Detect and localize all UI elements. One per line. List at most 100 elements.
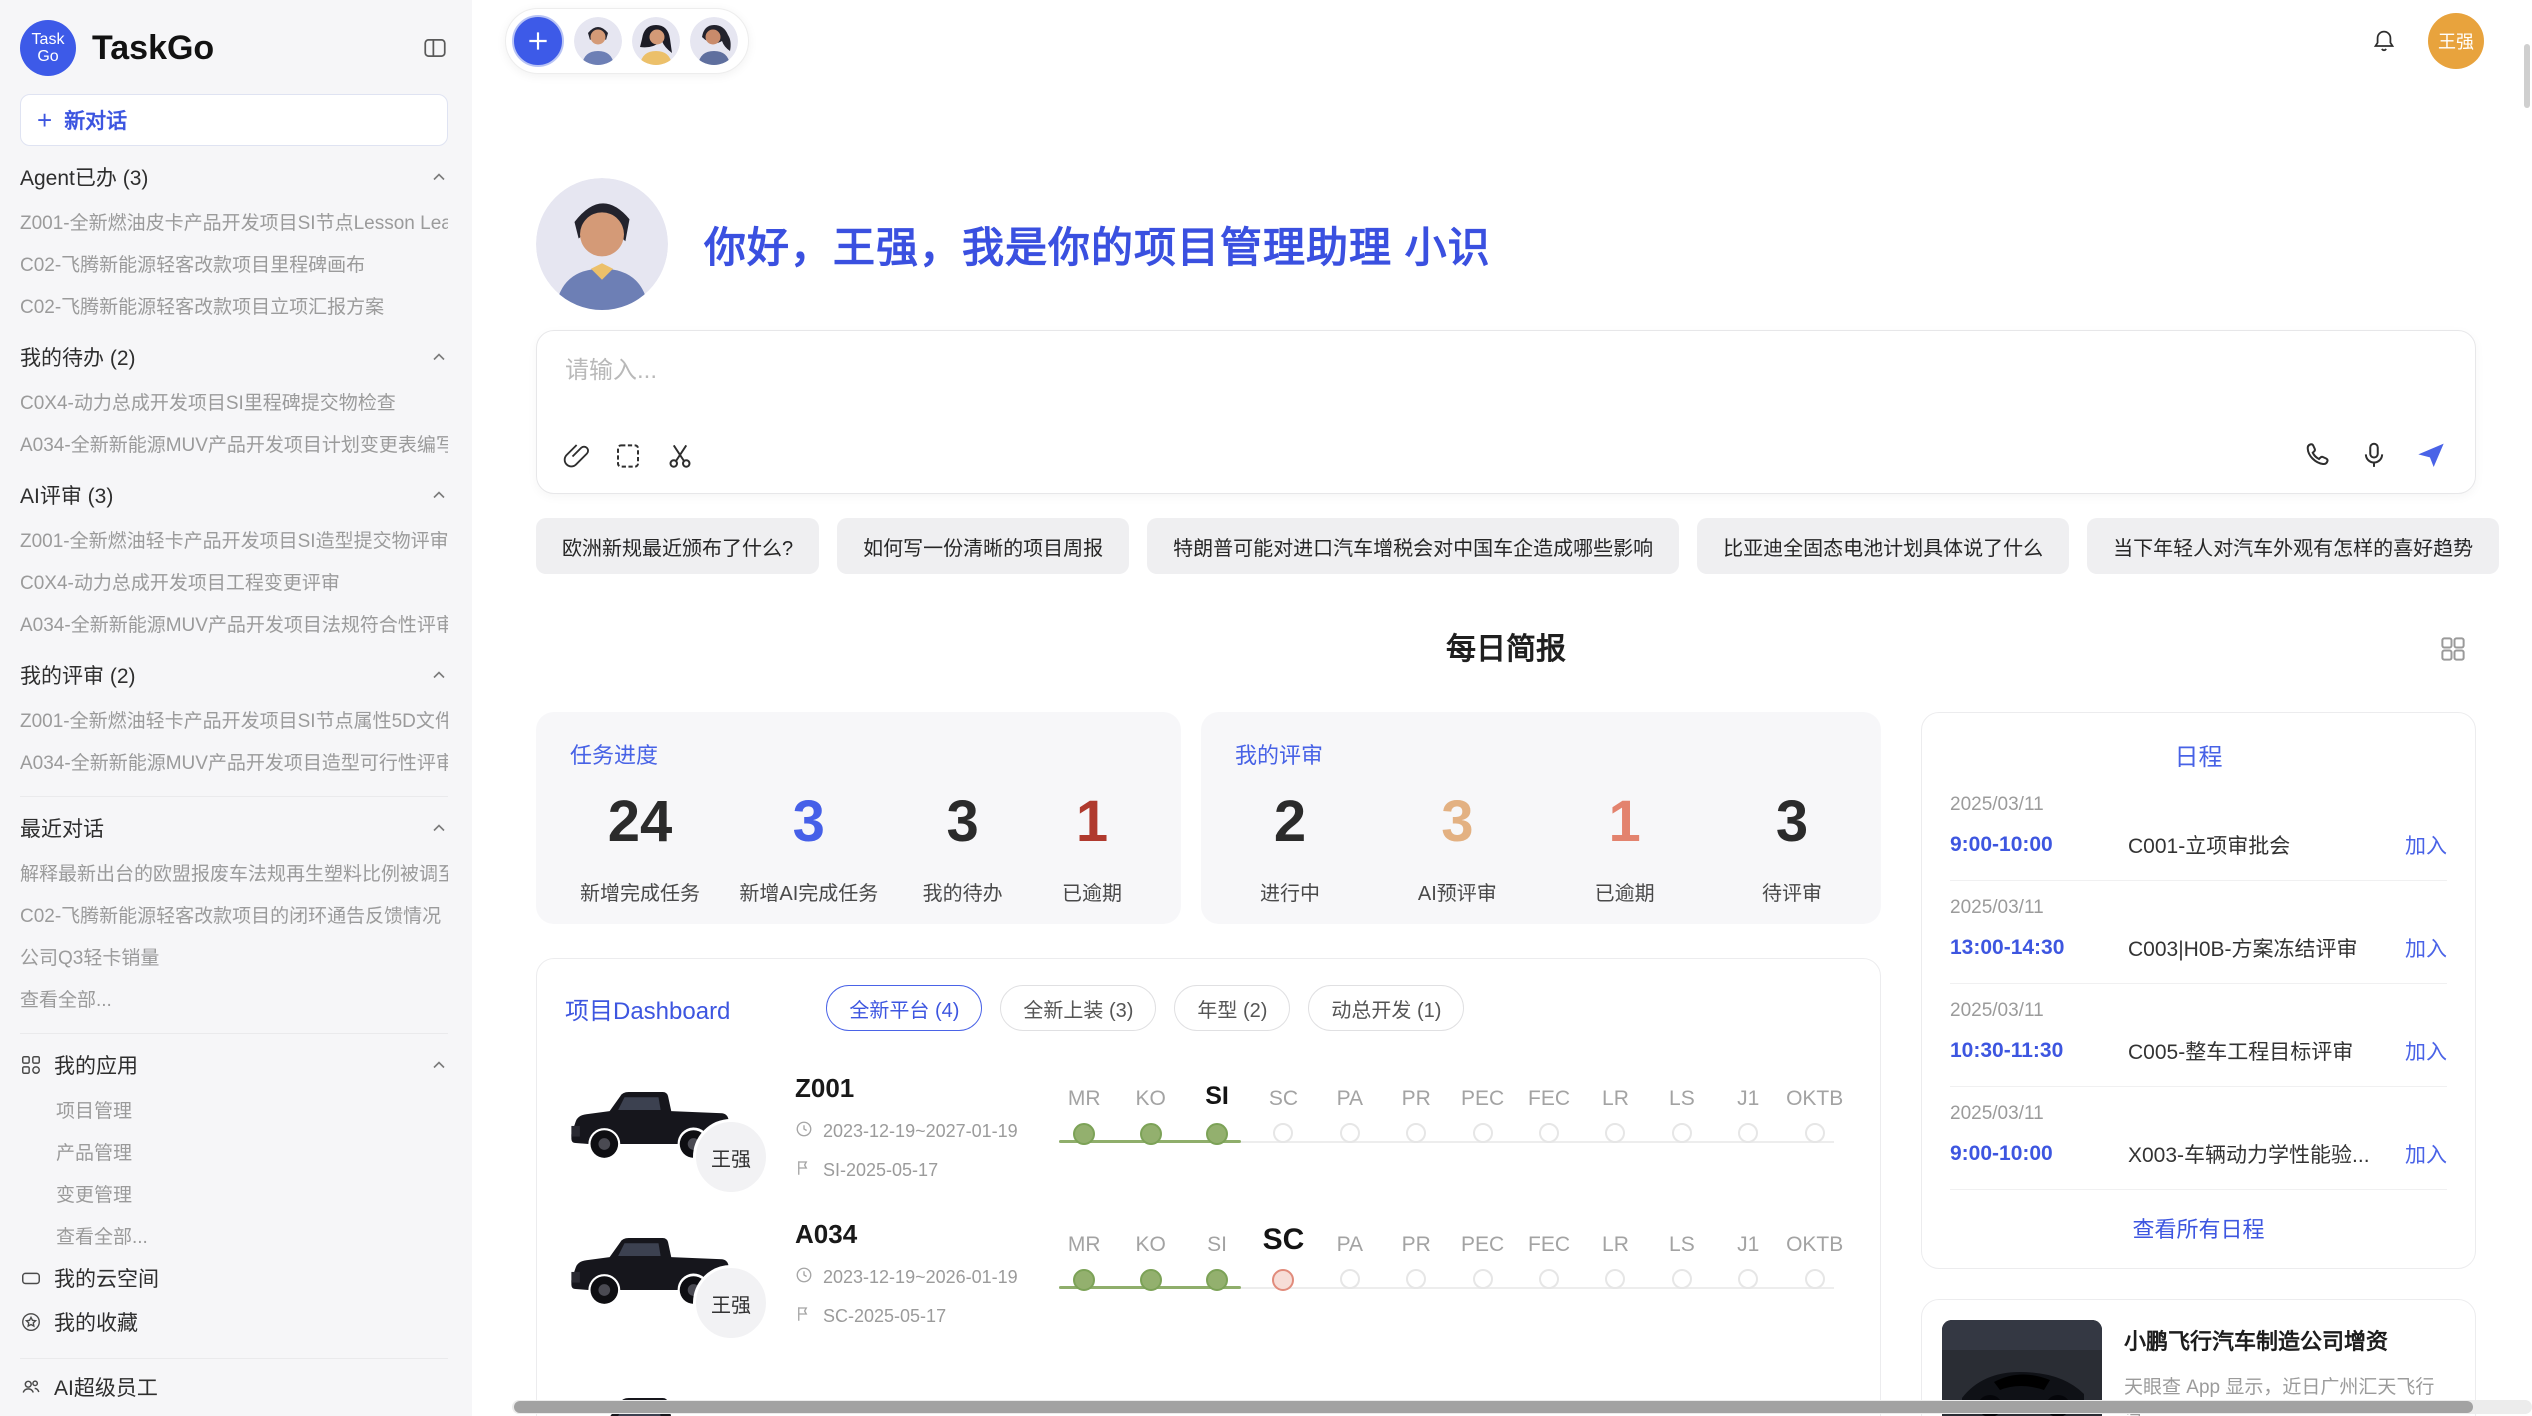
section-my-review[interactable]: 我的评审 (2): [20, 652, 448, 698]
milestone-dot[interactable]: [1206, 1123, 1228, 1145]
join-link[interactable]: 加入: [2405, 933, 2447, 963]
app-link[interactable]: 变更管理: [20, 1172, 448, 1214]
app-link[interactable]: 项目管理: [20, 1088, 448, 1130]
milestone-dot[interactable]: [1140, 1269, 1162, 1291]
milestone-dot[interactable]: [1672, 1269, 1692, 1289]
chevron-up-icon[interactable]: [430, 348, 448, 366]
milestone-dot[interactable]: [1406, 1123, 1426, 1143]
join-link[interactable]: 加入: [2405, 1139, 2447, 1169]
sidebar-item-favorites[interactable]: 我的收藏: [20, 1300, 448, 1344]
milestone-label: PA: [1317, 1079, 1383, 1123]
screenshot-image-icon[interactable]: [613, 441, 643, 471]
stat: 3 我的待办: [918, 788, 1008, 906]
tab-new-body[interactable]: 全新上装 (3): [1000, 985, 1156, 1031]
suggestion-chip[interactable]: 特朗普可能对进口汽车增税会对中国车企造成哪些影响: [1147, 518, 1679, 574]
milestone-dot[interactable]: [1805, 1269, 1825, 1289]
sidebar-item-help-write[interactable]: 帮我写作: [20, 1409, 448, 1416]
milestone-dot[interactable]: [1406, 1269, 1426, 1289]
list-item[interactable]: A034-全新新能源MUV产品开发项目法规符合性评审: [20, 602, 448, 644]
sidebar-item-cloud-space[interactable]: 我的云空间: [20, 1256, 448, 1300]
team-member-avatar[interactable]: [574, 17, 622, 65]
add-member-button[interactable]: [512, 15, 564, 67]
notification-bell-icon[interactable]: [2370, 27, 2398, 55]
list-item[interactable]: Z001-全新燃油轻卡产品开发项目SI节点属性5D文件评审: [20, 698, 448, 740]
list-item[interactable]: A034-全新新能源MUV产品开发项目造型可行性评审: [20, 740, 448, 782]
milestone-dot[interactable]: [1738, 1123, 1758, 1143]
milestone-dot[interactable]: [1272, 1269, 1294, 1291]
milestone-dot[interactable]: [1206, 1269, 1228, 1291]
tab-powertrain[interactable]: 动总开发 (1): [1308, 985, 1464, 1031]
milestone-dot[interactable]: [1672, 1123, 1692, 1143]
chevron-up-icon[interactable]: [430, 1056, 448, 1074]
list-item[interactable]: 公司Q3轻卡销量: [20, 935, 448, 977]
milestone-dot[interactable]: [1539, 1269, 1559, 1289]
view-all-link[interactable]: 查看全部...: [20, 977, 448, 1019]
milestone-dot[interactable]: [1340, 1269, 1360, 1289]
milestone-dot[interactable]: [1738, 1269, 1758, 1289]
new-chat-button[interactable]: + 新对话: [20, 94, 448, 146]
list-item[interactable]: C0X4-动力总成开发项目SI里程碑提交物检查: [20, 380, 448, 422]
milestone-dot[interactable]: [1273, 1123, 1293, 1143]
project-row[interactable]: 王强 Z001 2023-12-19~2027-01-19 SI-2025-05…: [565, 1071, 1852, 1183]
team-member-avatar[interactable]: [690, 17, 738, 65]
list-item[interactable]: A034-全新新能源MUV产品开发项目计划变更表编写: [20, 422, 448, 464]
list-item[interactable]: C02-飞腾新能源轻客改款项目的闭环通告反馈情况: [20, 893, 448, 935]
user-avatar[interactable]: 王强: [2428, 13, 2484, 69]
list-item[interactable]: Z001-全新燃油皮卡产品开发项目SI节点Lesson Learn报告: [20, 200, 448, 242]
join-link[interactable]: 加入: [2405, 1036, 2447, 1066]
phone-call-icon[interactable]: [2303, 440, 2333, 470]
suggestion-chip[interactable]: 当下年轻人对汽车外观有怎样的喜好趋势: [2087, 518, 2499, 574]
list-item[interactable]: C02-飞腾新能源轻客改款项目里程碑画布: [20, 242, 448, 284]
view-all-link[interactable]: 查看全部...: [20, 1214, 448, 1256]
milestone-dot[interactable]: [1805, 1123, 1825, 1143]
app-link[interactable]: 产品管理: [20, 1130, 448, 1172]
tab-year-model[interactable]: 年型 (2): [1174, 985, 1290, 1031]
chevron-up-icon[interactable]: [430, 819, 448, 837]
view-all-schedule-link[interactable]: 查看所有日程: [1950, 1190, 2447, 1250]
suggestion-chip[interactable]: 欧洲新规最近颁布了什么?: [536, 518, 819, 574]
section-agent-done[interactable]: Agent已办 (3): [20, 154, 448, 200]
divider: [20, 796, 448, 797]
milestone-dot[interactable]: [1473, 1269, 1493, 1289]
milestone-dot[interactable]: [1073, 1123, 1095, 1145]
chat-input[interactable]: [565, 357, 1882, 385]
section-recent-chats[interactable]: 最近对话: [20, 805, 448, 851]
milestone-label: J1: [1715, 1225, 1781, 1269]
milestone-dot[interactable]: [1073, 1269, 1095, 1291]
suggestion-chip[interactable]: 如何写一份清晰的项目周报: [837, 518, 1129, 574]
milestone-dot[interactable]: [1539, 1123, 1559, 1143]
scissors-icon[interactable]: [665, 441, 695, 471]
suggestion-chip[interactable]: 比亚迪全固态电池计划具体说了什么: [1697, 518, 2069, 574]
tab-all-new-platform[interactable]: 全新平台 (4): [826, 985, 982, 1031]
join-link[interactable]: 加入: [2405, 830, 2447, 860]
milestone-dot[interactable]: [1605, 1123, 1625, 1143]
project-row[interactable]: 王强 A034 2023-12-19~2026-01-19 SC-2025-05…: [565, 1217, 1852, 1329]
team-member-avatar[interactable]: [632, 17, 680, 65]
microphone-icon[interactable]: [2359, 440, 2389, 470]
list-item[interactable]: C0X4-动力总成开发项目工程变更评审: [20, 560, 448, 602]
horizontal-scrollbar[interactable]: [512, 1400, 2532, 1414]
attachment-icon[interactable]: [561, 441, 591, 471]
milestone-dot[interactable]: [1340, 1123, 1360, 1143]
vertical-scrollbar-thumb[interactable]: [2524, 44, 2530, 108]
chevron-up-icon[interactable]: [430, 486, 448, 504]
chevron-up-icon[interactable]: [430, 168, 448, 186]
list-item[interactable]: C02-飞腾新能源轻客改款项目立项汇报方案: [20, 284, 448, 326]
schedule-name: X003-车辆动力学性能验...: [2128, 1139, 2405, 1169]
milestone-label: J1: [1715, 1079, 1781, 1123]
horizontal-scrollbar-thumb[interactable]: [514, 1401, 2473, 1413]
section-my-todo[interactable]: 我的待办 (2): [20, 334, 448, 380]
layout-grid-icon[interactable]: [2438, 634, 2468, 664]
milestone-dot[interactable]: [1140, 1123, 1162, 1145]
section-my-apps[interactable]: 我的应用: [20, 1042, 448, 1088]
sidebar-item-ai-super-staff[interactable]: AI超级员工: [20, 1365, 448, 1409]
list-item[interactable]: 解释最新出台的欧盟报废车法规再生塑料比例被调至15%...: [20, 851, 448, 893]
send-icon[interactable]: [2415, 439, 2447, 471]
section-ai-review[interactable]: AI评审 (3): [20, 472, 448, 518]
list-item[interactable]: Z001-全新燃油轻卡产品开发项目SI造型提交物评审: [20, 518, 448, 560]
milestone-dot[interactable]: [1473, 1123, 1493, 1143]
chevron-up-icon[interactable]: [430, 666, 448, 684]
milestone-dot[interactable]: [1605, 1269, 1625, 1289]
news-card[interactable]: 小鹏飞行汽车制造公司增资 天眼查 App 显示，近日广州汇天飞行汽...: [1921, 1299, 2476, 1416]
collapse-sidebar-icon[interactable]: [422, 35, 448, 61]
